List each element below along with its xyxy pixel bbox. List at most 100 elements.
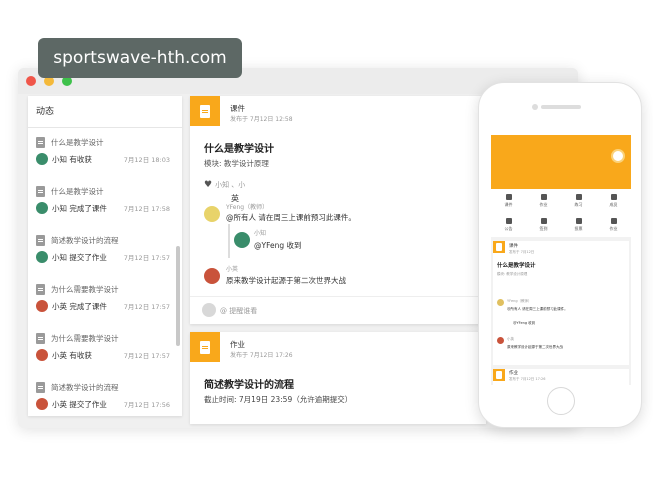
grid-label: 签到 (539, 226, 548, 231)
feed-item-text: 小知 提交了作业 (52, 252, 107, 262)
document-icon (36, 234, 45, 246)
phone-card2-type: 作业 (509, 371, 518, 376)
feed-item-time: 7月12日 17:56 (123, 401, 170, 409)
reply-author: 小知 (254, 230, 267, 237)
phone-grid-item[interactable]: 成员 (596, 189, 631, 213)
like-row: ♥ 小知 、小 (204, 180, 245, 190)
feed-item[interactable]: 为什么需要教学设计 小英 完成了课件 7月12日 17:57 (28, 275, 182, 324)
feed-item[interactable]: 简述教学设计的流程 小知 提交了作业 7月12日 17:57 (28, 226, 182, 275)
grid-icon (610, 194, 617, 200)
phone-comment2-author: 小英 (507, 337, 514, 341)
watermark-label: sportswave-hth.com (38, 38, 242, 78)
grid-label: 公告 (504, 226, 513, 231)
avatar (36, 153, 48, 165)
courseware-icon (190, 96, 220, 126)
phone-grid-item[interactable]: 练习 (561, 189, 596, 213)
speaker-grille (541, 105, 581, 109)
phone-grid-item[interactable]: 作业 (596, 213, 631, 237)
student-avatar (204, 268, 220, 284)
feed-item-title: 什么是教学设计 (51, 137, 104, 147)
reply-thread: 小知 @YFeng 收到 (228, 224, 348, 258)
document-icon (36, 381, 45, 393)
avatar (36, 398, 48, 410)
phone-grid-item[interactable]: 投票 (561, 213, 596, 237)
home-button[interactable] (547, 387, 575, 415)
phone-comment2-text: 原来教学设计起源于第二次世界大战 (507, 345, 563, 349)
phone-header (491, 135, 631, 189)
grid-icon (505, 194, 512, 200)
card-heading[interactable]: 什么是教学设计 (204, 140, 274, 155)
teacher-avatar (204, 206, 220, 222)
phone-avatar[interactable] (611, 149, 625, 163)
grid-icon (540, 218, 547, 224)
phone-screen: 课件 作业 练习 成员 公告 签到 投票 作业 课件 发布于 7月12日 什么是教学设计 模块… (491, 135, 631, 385)
document-icon (36, 185, 45, 197)
phone-assignment-card[interactable]: 作业 发布于 7月12日 17:26 (493, 369, 629, 385)
feed-item[interactable]: 简述教学设计的流程 小英 提交了作业 7月12日 17:56 (28, 373, 182, 422)
card2-heading[interactable]: 简述教学设计的流程 (204, 376, 294, 391)
feed-item-text: 小英 提交了作业 (52, 399, 107, 409)
feed-item-text: 小知 有收获 (52, 154, 92, 164)
my-avatar (202, 303, 216, 317)
feed-item-time: 7月12日 17:58 (123, 205, 170, 213)
phone-courseware-card[interactable]: 课件 发布于 7月12日 什么是教学设计 模块: 教学设计原理 YFeng（教师… (493, 241, 629, 365)
avatar (36, 349, 48, 361)
phone-reply-text: @YFeng 收到 (513, 321, 536, 325)
phone-card-module: 模块: 教学设计原理 (497, 272, 528, 276)
phone-comment-text: @所有人 请在周三上课前预习此课件。 (507, 307, 568, 311)
card-meta: 发布于 7月12日 12:58 (230, 116, 293, 123)
reply-text: @YFeng 收到 (254, 241, 302, 250)
reply-avatar (234, 232, 250, 248)
avatar (36, 300, 48, 312)
heart-icon[interactable]: ♥ (204, 180, 212, 190)
like-names: 小知 、小 (215, 181, 246, 189)
phone-feature-grid: 课件作业 练习 成员公告 签到 投票 作业 (491, 189, 631, 237)
like-name-overflow: 英 (231, 194, 239, 203)
phone-comment-author: YFeng（教师） (507, 299, 532, 303)
grid-icon (575, 218, 582, 224)
feed-item-time: 7月12日 17:57 (123, 254, 170, 262)
phone-grid-item[interactable]: 作业 (526, 189, 561, 213)
phone-doc-icon (493, 241, 505, 253)
phone-card-type: 课件 (509, 244, 518, 249)
feed-item-title: 什么是教学设计 (51, 186, 104, 196)
feed-item-text: 小英 完成了课件 (52, 301, 107, 311)
feed-item-title: 简述教学设计的流程 (51, 235, 119, 245)
phone-grid-item[interactable]: 公告 (491, 213, 526, 237)
activity-feed: 动态 什么是教学设计 小知 有收获 7月12日 18:03 什么是教学设计 小知 完成了… (28, 96, 182, 416)
document-icon (36, 136, 45, 148)
stage: sportswave-hth.com 动态 什么是教学设计 小知 有收获 7月12日… (0, 0, 653, 500)
grid-label: 成员 (609, 202, 618, 207)
comment-input[interactable]: @ 提醒谁看 (190, 296, 486, 324)
feed-item[interactable]: 什么是教学设计 小知 完成了课件 7月12日 17:58 (28, 177, 182, 226)
feed-scrollbar[interactable] (176, 246, 180, 346)
phone-mockup: 课件 作业 练习 成员 公告 签到 投票 作业 课件 发布于 7月12日 什么是教学设计 模块… (478, 82, 642, 428)
grid-icon (540, 194, 547, 200)
grid-icon (505, 218, 512, 224)
phone-card-heading: 什么是教学设计 (497, 263, 536, 269)
courseware-card[interactable]: 课件 发布于 7月12日 12:58 什么是教学设计 模块: 教学设计原理 ♥ … (190, 96, 486, 324)
grid-label: 练习 (574, 202, 583, 207)
feed-item-time: 7月12日 18:03 (123, 156, 170, 164)
feed-list: 什么是教学设计 小知 有收获 7月12日 18:03 什么是教学设计 小知 完成了课件 7… (28, 128, 182, 422)
grid-label: 作业 (539, 202, 548, 207)
document-icon (36, 332, 45, 344)
comment-text: @所有人 请在周三上课前预习此课件。 (226, 213, 356, 222)
phone-card-meta: 发布于 7月12日 (509, 250, 535, 254)
grid-label: 投票 (574, 226, 583, 231)
card-type: 课件 (230, 104, 245, 113)
card2-type: 作业 (230, 340, 245, 349)
phone-grid-item[interactable]: 签到 (526, 213, 561, 237)
feed-item[interactable]: 什么是教学设计 小知 有收获 7月12日 18:03 (28, 128, 182, 177)
phone-grid-item[interactable]: 课件 (491, 189, 526, 213)
assignment-card[interactable]: 作业 发布于 7月12日 17:26 简述教学设计的流程 截止时间: 7月19日… (190, 332, 486, 424)
feed-item-text: 小英 有收获 (52, 350, 92, 360)
card-module: 模块: 教学设计原理 (204, 159, 269, 168)
grid-icon (575, 194, 582, 200)
feed-item[interactable]: 为什么需要教学设计 小英 有收获 7月12日 17:57 (28, 324, 182, 373)
feed-item-time: 7月12日 17:57 (123, 303, 170, 311)
comment-placeholder[interactable]: @ 提醒谁看 (220, 306, 257, 316)
close-window-button[interactable] (26, 76, 36, 86)
feed-item-time: 7月12日 17:57 (123, 352, 170, 360)
phone-student-avatar (497, 337, 504, 344)
